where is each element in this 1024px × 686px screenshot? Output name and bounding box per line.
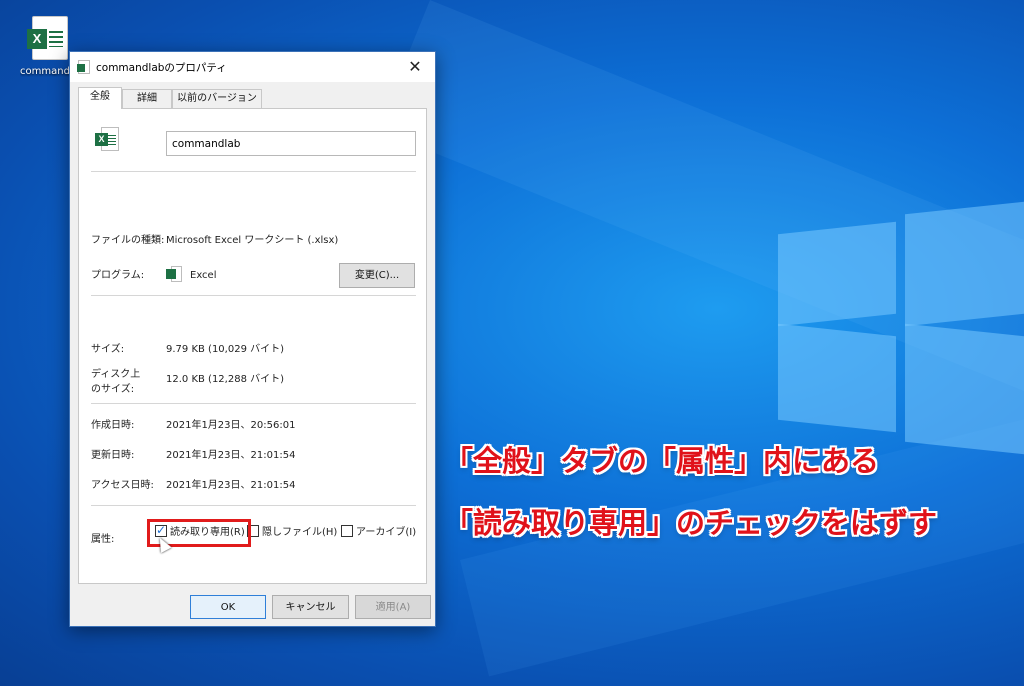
- tab-previous-versions[interactable]: 以前のバージョン: [172, 89, 262, 108]
- attributes-label: 属性:: [91, 534, 115, 545]
- excel-file-icon: X: [95, 127, 123, 155]
- disk-size-label-line2: のサイズ:: [91, 384, 135, 395]
- change-program-button[interactable]: 変更(C)...: [339, 263, 415, 288]
- ok-button[interactable]: OK: [190, 595, 266, 619]
- program-label: プログラム:: [91, 270, 145, 281]
- tab-details[interactable]: 詳細: [122, 89, 172, 108]
- created-label: 作成日時:: [91, 420, 135, 431]
- accessed-label: アクセス日時:: [91, 480, 154, 491]
- windows-logo-pane: [778, 221, 896, 327]
- disk-size-value: 12.0 KB (12,288 バイト): [166, 374, 285, 385]
- cancel-button[interactable]: キャンセル: [272, 595, 349, 619]
- modified-label: 更新日時:: [91, 450, 135, 461]
- annotation-line-1: 「全般」タブの「属性」内にある: [444, 444, 880, 478]
- file-type-label: ファイルの種類:: [91, 235, 165, 246]
- filename-input[interactable]: [166, 131, 416, 156]
- hidden-label: 隠しファイル(H): [262, 527, 338, 538]
- hidden-checkbox[interactable]: 隠しファイル(H): [247, 525, 337, 541]
- apply-button: 適用(A): [355, 595, 431, 619]
- archive-checkbox[interactable]: アーカイブ(I): [341, 525, 416, 541]
- excel-program-icon: [166, 266, 182, 284]
- accessed-value: 2021年1月23日、21:01:54: [166, 480, 296, 491]
- excel-title-icon: [77, 60, 90, 74]
- close-icon[interactable]: ✕: [395, 52, 435, 82]
- checkbox-icon[interactable]: [341, 525, 353, 537]
- dialog-titlebar[interactable]: commandlabのプロパティ ✕: [70, 52, 435, 82]
- divider: [91, 171, 416, 172]
- program-value: Excel: [190, 270, 217, 281]
- modified-value: 2021年1月23日、21:01:54: [166, 450, 296, 461]
- archive-label: アーカイブ(I): [356, 527, 417, 538]
- file-type-value: Microsoft Excel ワークシート (.xlsx): [166, 235, 339, 246]
- divider: [91, 505, 416, 506]
- excel-file-icon: X: [27, 16, 68, 60]
- dialog-title: commandlabのプロパティ: [96, 62, 227, 74]
- tab-general[interactable]: 全般: [78, 87, 122, 109]
- divider: [91, 403, 416, 404]
- disk-size-label-line1: ディスク上: [91, 369, 141, 380]
- size-value: 9.79 KB (10,029 バイト): [166, 344, 285, 355]
- size-label: サイズ:: [91, 344, 125, 355]
- created-value: 2021年1月23日、20:56:01: [166, 420, 296, 431]
- divider: [91, 295, 416, 296]
- windows-logo-pane: [905, 323, 1024, 455]
- annotation-line-2: 「読み取り専用」のチェックをはずす: [444, 506, 938, 540]
- windows-logo-pane: [778, 323, 896, 433]
- properties-dialog: commandlabのプロパティ ✕ 全般 詳細 以前のバージョン X ファイル…: [69, 51, 436, 627]
- windows-logo-pane: [905, 201, 1024, 327]
- general-tab-panel: X ファイルの種類: Microsoft Excel ワークシート (.xlsx…: [78, 108, 427, 584]
